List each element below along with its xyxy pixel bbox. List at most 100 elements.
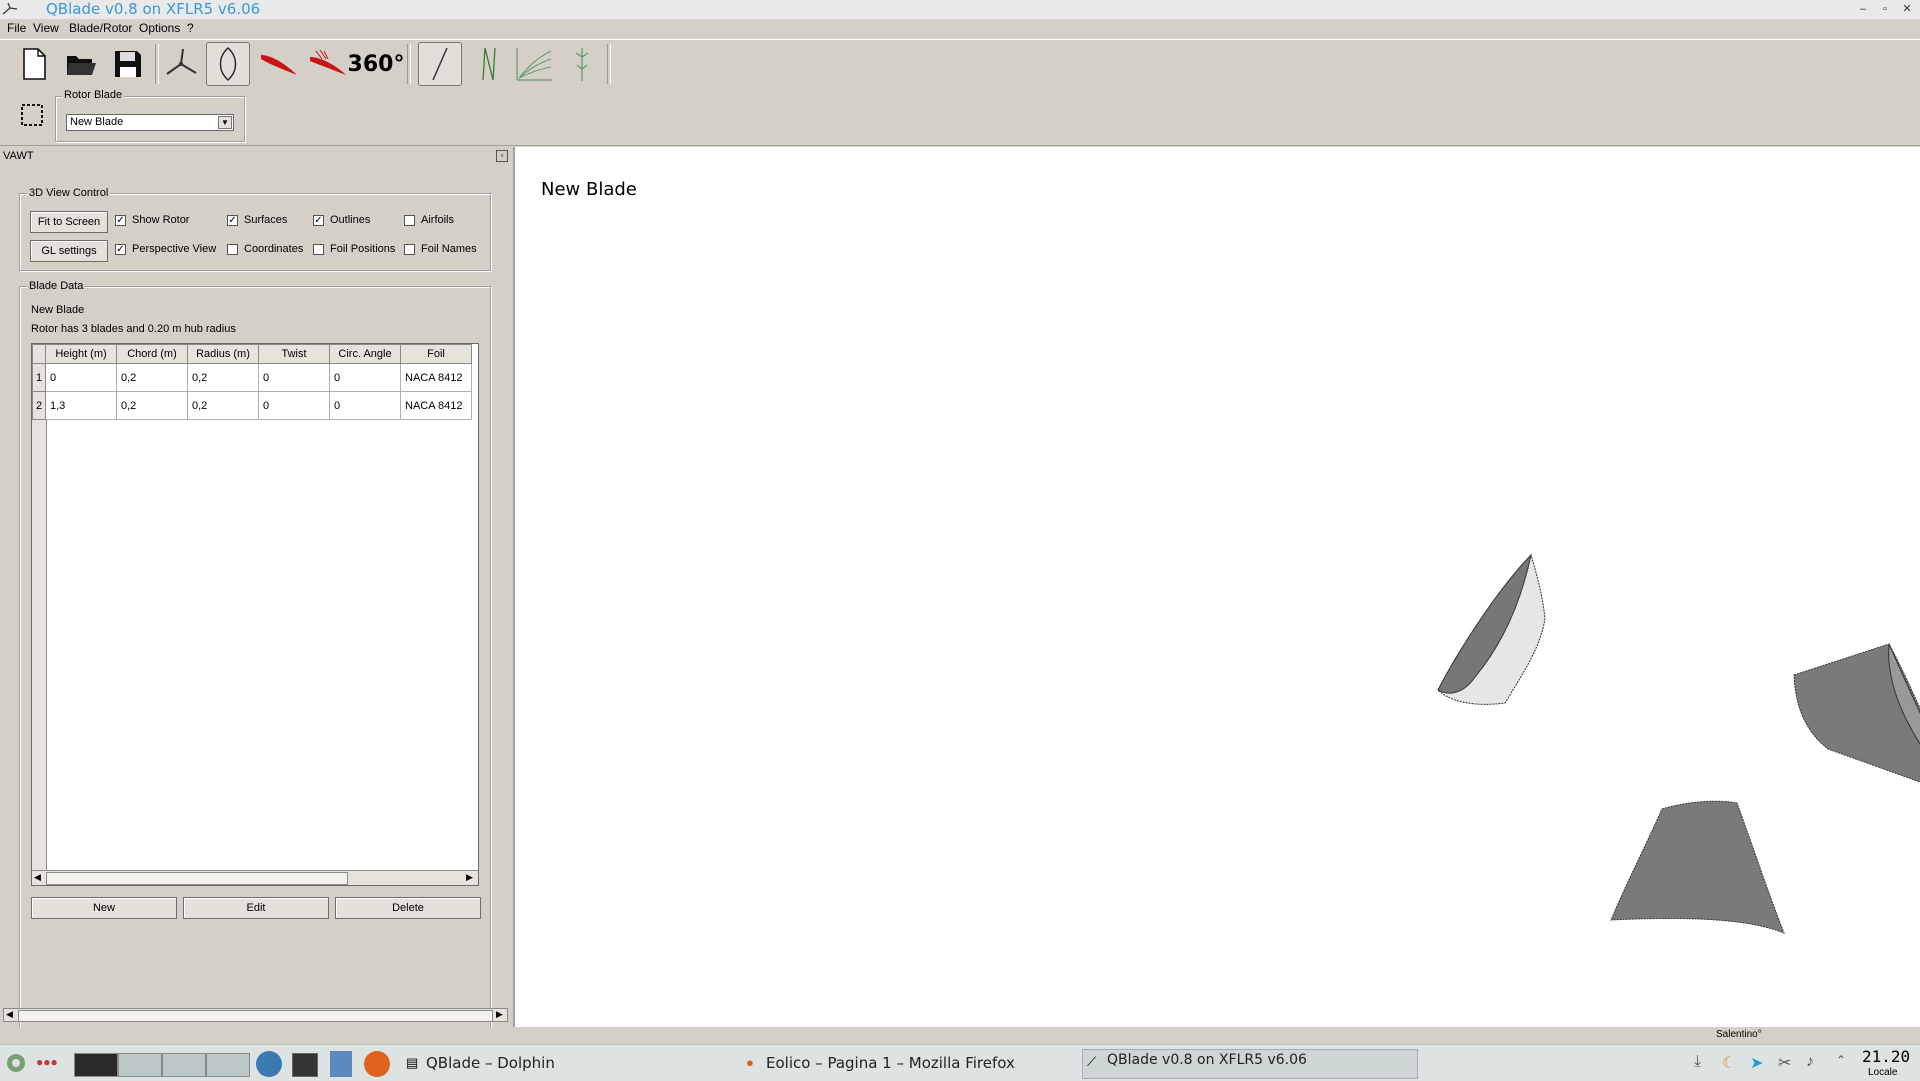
line-tool-button[interactable] [418,42,462,86]
scroll-right-arrow-icon[interactable]: ▶ [496,1009,503,1020]
view-control-label: 3D View Control [27,187,111,199]
night-mode-icon[interactable]: ☾ [1722,1053,1736,1073]
column-header-foil[interactable]: Foil [400,344,472,364]
vawt-blade-button[interactable] [466,42,510,86]
table-cell[interactable]: 0,2 [116,391,188,420]
scroll-left-arrow-icon[interactable]: ◀ [34,872,41,883]
clock-time[interactable]: 21.20 [1862,1047,1910,1066]
chevron-down-icon[interactable]: ▼ [218,116,232,129]
fit-to-screen-button[interactable]: Fit to Screen [30,211,108,233]
column-header-circ-angle[interactable]: Circ. Angle [329,344,401,364]
scrollbar-thumb[interactable] [46,872,348,885]
virtual-desktop-3[interactable] [162,1053,206,1077]
menu-file[interactable]: File [7,21,26,35]
save-button[interactable] [106,42,150,86]
menu-view[interactable]: View [33,21,59,35]
blade-select[interactable]: New Blade ▼ [66,114,234,131]
blade-design-button[interactable] [206,42,250,86]
dock-horizontal-scrollbar[interactable]: ◀ ▶ [3,1008,508,1022]
open-button[interactable] [59,42,103,86]
telegram-icon[interactable]: ➤ [1750,1053,1763,1073]
row-number[interactable]: 2 [32,391,46,420]
column-header-radius[interactable]: Radius (m) [187,344,259,364]
firefox-icon[interactable] [364,1051,390,1077]
table-cell[interactable]: 0,2 [187,391,259,420]
table-cell[interactable]: NACA 8412 [400,391,472,420]
table-cell[interactable]: 0,2 [116,363,188,392]
select-region-button[interactable] [18,101,46,129]
blade-select-value: New Blade [70,116,124,128]
table-cell[interactable]: 0 [329,391,401,420]
column-header-twist[interactable]: Twist [258,344,330,364]
coordinates-checkbox[interactable] [227,244,238,255]
delete-button[interactable]: Delete [335,897,481,919]
foil-names-checkbox[interactable] [404,244,415,255]
polar-360-button[interactable]: 360° [348,42,405,86]
table-cell[interactable]: NACA 8412 [400,363,472,392]
blade-outline-icon [219,47,237,81]
dolphin-task-icon: ▤ [406,1055,419,1070]
row-number[interactable]: 1 [32,363,46,392]
blade-data-table: Height (m) Chord (m) Radius (m) Twist Ci… [32,344,472,420]
table-cell[interactable]: 0 [258,363,330,392]
diagonal-line-icon [432,47,448,81]
airfoil-lines-icon [310,49,346,75]
surfaces-checkbox[interactable]: ✓ [227,215,238,226]
scroll-right-arrow-icon[interactable]: ▶ [466,872,473,883]
column-header-height[interactable]: Height (m) [45,344,117,364]
scroll-left-arrow-icon[interactable]: ◀ [6,1009,13,1020]
close-button[interactable]: ✕ [1898,1,1916,17]
expand-tray-icon[interactable]: ⌃ [1836,1053,1846,1067]
rotor-view-button[interactable] [159,42,203,86]
maximize-button[interactable]: ▫ [1876,1,1894,17]
table-cell[interactable]: 0,2 [187,363,259,392]
volume-icon[interactable]: ♪ [1806,1053,1814,1071]
scrollbar-thumb[interactable] [18,1010,493,1022]
start-menu-icon[interactable] [4,1051,32,1075]
table-cell[interactable]: 0 [258,391,330,420]
perspective-view-checkbox[interactable]: ✓ [115,244,126,255]
undock-icon[interactable]: ▫ [496,150,508,162]
menu-blade-rotor[interactable]: Blade/Rotor [69,21,132,35]
task-firefox[interactable]: Eolico – Pagina 1 – Mozilla Firefox [766,1049,1015,1077]
turbine-button[interactable] [560,42,604,86]
foil-positions-checkbox[interactable] [313,244,324,255]
file-manager-icon[interactable] [330,1051,352,1077]
gl-settings-button[interactable]: GL settings [30,240,108,262]
blade-data-label: Blade Data [27,280,86,292]
new-button[interactable]: New [31,897,177,919]
task-qblade-active[interactable]: ⟋ QBlade v0.8 on XFLR5 v6.06 [1082,1049,1418,1079]
3d-viewport[interactable]: New Blade [515,147,1920,1027]
airfoil-extrapolation-button[interactable] [306,42,350,86]
firefox-task-icon: ● [746,1055,754,1070]
new-document-button[interactable] [12,42,56,86]
menu-options[interactable]: Options [139,21,180,35]
show-rotor-checkbox[interactable]: ✓ [115,215,126,226]
terminal-icon[interactable] [292,1053,318,1077]
virtual-desktop-1[interactable] [74,1053,118,1077]
airfoils-checkbox[interactable] [404,215,415,226]
virtual-desktop-4[interactable] [206,1053,250,1077]
column-header-chord[interactable]: Chord (m) [116,344,188,364]
main-toolbar: 360° [0,39,1920,89]
polar-360-label: 360° [347,51,405,77]
vawt-dock-panel: VAWT ▫ 3D View Control Fit to Screen GL … [0,147,515,1068]
outlines-checkbox[interactable]: ✓ [313,215,324,226]
scissors-icon[interactable]: ✂ [1778,1053,1791,1073]
menu-help[interactable]: ? [187,21,194,35]
blade-table-container: Height (m) Chord (m) Radius (m) Twist Ci… [31,343,479,886]
thunderbird-icon[interactable] [256,1051,282,1077]
task-dolphin[interactable]: QBlade – Dolphin [426,1049,555,1077]
download-icon[interactable]: ⤓ [1694,1053,1701,1071]
table-cell[interactable]: 1,3 [45,391,117,420]
table-cell[interactable]: 0 [329,363,401,392]
edit-button[interactable]: Edit [183,897,329,919]
table-horizontal-scrollbar[interactable]: ◀ ▶ [32,870,478,885]
table-cell[interactable]: 0 [45,363,117,392]
simulation-button[interactable] [512,42,556,86]
table-row: 1 0 0,2 0,2 0 0 NACA 8412 [32,363,472,392]
airfoil-button[interactable] [257,42,301,86]
minimize-button[interactable]: – [1854,1,1872,17]
virtual-desktop-2[interactable] [118,1053,162,1077]
activity-dots-icon[interactable]: ●●● [36,1055,58,1069]
